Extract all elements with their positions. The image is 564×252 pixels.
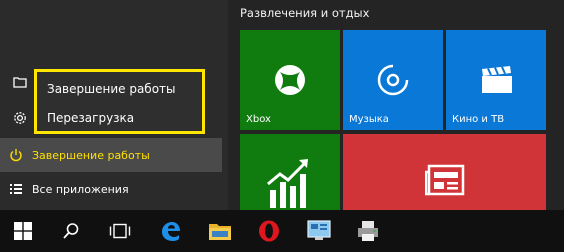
xbox-tile-label: Xbox — [246, 114, 271, 125]
edge-button[interactable] — [147, 210, 193, 252]
folder-icon[interactable] — [13, 73, 27, 92]
xbox-icon — [275, 65, 305, 95]
xbox-tile[interactable]: Xbox — [240, 30, 340, 130]
power-icon — [0, 148, 32, 162]
file-explorer-button[interactable] — [197, 210, 243, 252]
settings-gear-icon[interactable] — [13, 110, 27, 129]
power-menu-label: Завершение работы — [32, 148, 150, 162]
music-disc-icon — [377, 64, 409, 96]
search-icon — [63, 223, 79, 239]
movies-tile[interactable]: Кино и ТВ — [446, 30, 546, 130]
edge-icon — [162, 222, 180, 241]
opera-button[interactable] — [246, 210, 292, 252]
printer-icon — [358, 221, 378, 241]
opera-icon — [259, 220, 279, 242]
printer-button[interactable] — [345, 210, 391, 252]
chart-up-icon — [267, 159, 308, 208]
power-menu-item[interactable]: Завершение работы — [0, 138, 222, 172]
taskbar — [0, 210, 564, 252]
newspaper-icon — [425, 164, 465, 196]
all-apps-item[interactable]: Все приложения — [0, 172, 222, 206]
shutdown-option[interactable]: Завершение работы — [37, 74, 202, 103]
list-icon — [0, 183, 32, 195]
control-panel-button[interactable] — [296, 210, 342, 252]
file-explorer-icon — [209, 224, 231, 240]
news-tile[interactable] — [343, 134, 546, 210]
tile-group-title: Развлечения и отдых — [240, 6, 370, 20]
movies-tile-label: Кино и ТВ — [452, 114, 505, 125]
task-view-icon — [109, 223, 131, 239]
windows-start-icon — [14, 222, 32, 240]
clapperboard-icon — [482, 66, 512, 93]
restart-option[interactable]: Перезагрузка — [37, 103, 202, 132]
windows-start-button[interactable] — [0, 210, 46, 252]
power-options-popup: Завершение работы Перезагрузка — [34, 69, 205, 134]
task-view-button[interactable] — [97, 210, 143, 252]
money-tile[interactable] — [240, 134, 340, 210]
search-button[interactable] — [48, 210, 94, 252]
all-apps-label: Все приложения — [32, 182, 129, 196]
music-tile[interactable]: Музыка — [343, 30, 443, 130]
music-tile-label: Музыка — [349, 114, 389, 125]
control-panel-icon — [307, 220, 331, 240]
